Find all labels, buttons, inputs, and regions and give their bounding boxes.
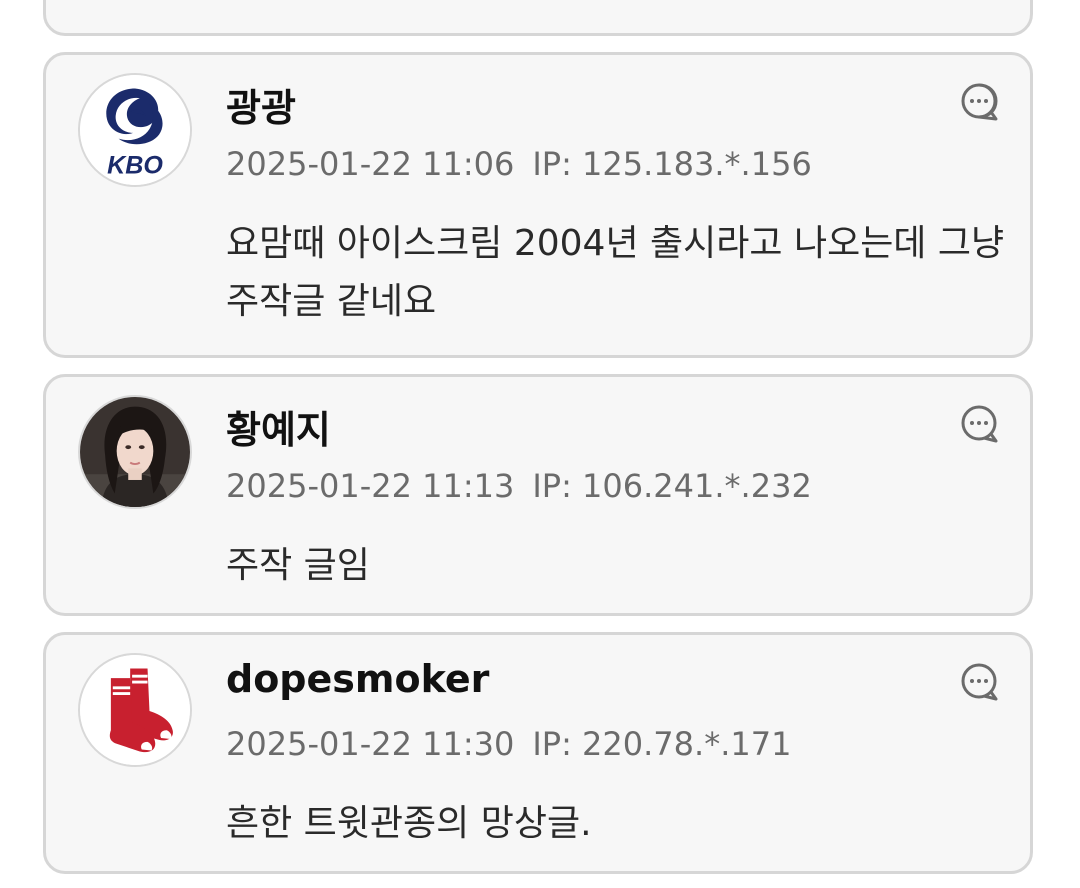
- user-photo-icon: [80, 397, 190, 507]
- comment-card: dopesmoker 2025-01-22 11:30 IP: 220.78.*.…: [43, 632, 1033, 874]
- comment-text: 흔한 트윗관종의 망상글.: [226, 803, 592, 844]
- reply-bubble-icon[interactable]: [958, 81, 1000, 123]
- comment-card: 황예지 2025-01-22 11:13 IP: 106.241.*.232 주작…: [43, 374, 1033, 616]
- avatar[interactable]: KBO: [78, 73, 192, 187]
- comment-ip: IP: 106.241.*.232: [532, 467, 812, 505]
- red-socks-logo-icon: [80, 655, 190, 765]
- author-name[interactable]: 황예지: [226, 399, 331, 454]
- svg-text:KBO: KBO: [107, 151, 163, 179]
- avatar[interactable]: [78, 653, 192, 767]
- comment-ip: IP: 220.78.*.171: [532, 725, 792, 763]
- comment-date: 2025-01-22 11:13: [226, 467, 515, 505]
- comment-card-partial: [43, 0, 1033, 36]
- comment-meta: 2025-01-22 11:06 IP: 125.183.*.156: [226, 145, 812, 183]
- avatar[interactable]: [78, 395, 192, 509]
- kbo-logo-icon: KBO: [80, 75, 190, 185]
- comment-text: 주작 글임: [226, 545, 370, 586]
- author-name[interactable]: dopesmoker: [226, 657, 489, 701]
- reply-bubble-icon[interactable]: [958, 403, 1000, 445]
- comment-meta: 2025-01-22 11:30 IP: 220.78.*.171: [226, 725, 791, 763]
- comment-date: 2025-01-22 11:30: [226, 725, 515, 763]
- comment-meta: 2025-01-22 11:13 IP: 106.241.*.232: [226, 467, 812, 505]
- comment-text: 요맘때 아이스크림 2004년 출시라고 나오는데 그냥 주작글 같네요: [226, 223, 1005, 322]
- comment-card: KBO 광광 2025-01-22 11:06 IP: 125.183.*.156…: [43, 52, 1033, 358]
- author-name[interactable]: 광광: [226, 77, 296, 132]
- comment-ip: IP: 125.183.*.156: [532, 145, 812, 183]
- reply-bubble-icon[interactable]: [958, 661, 1000, 703]
- comment-date: 2025-01-22 11:06: [226, 145, 515, 183]
- comment-list: KBO 광광 2025-01-22 11:06 IP: 125.183.*.156…: [0, 0, 1080, 888]
